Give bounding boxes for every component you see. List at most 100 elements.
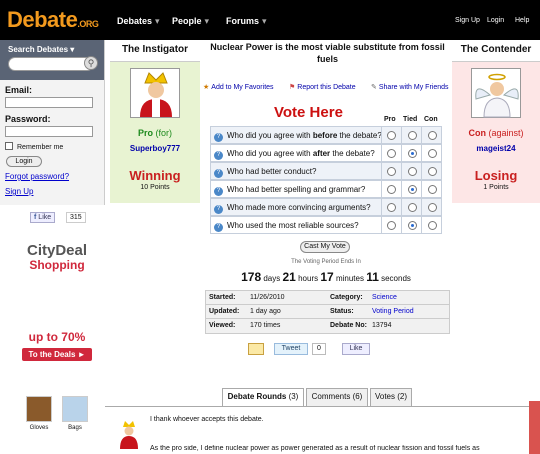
gloves-image[interactable] bbox=[26, 396, 52, 422]
category-link[interactable]: Science bbox=[372, 291, 397, 304]
column-divider bbox=[421, 217, 422, 234]
login-button[interactable]: Login bbox=[6, 156, 42, 167]
checkbox-icon[interactable] bbox=[5, 142, 13, 150]
voting-period-label: The Voting Period Ends In bbox=[291, 259, 361, 265]
site-logo[interactable]: Debate.ORG bbox=[7, 7, 99, 33]
nav-forums[interactable]: Forums ▾ bbox=[226, 16, 267, 27]
info-key: Status: bbox=[330, 308, 354, 315]
vote-radio-tied[interactable] bbox=[408, 221, 417, 230]
help-icon[interactable]: ? bbox=[214, 223, 223, 232]
flag-icon: ⚑ bbox=[289, 84, 296, 91]
help-icon[interactable]: ? bbox=[214, 133, 223, 142]
login-panel: Email: Password: Remember me Login Forgo… bbox=[0, 80, 105, 205]
info-key: Viewed: bbox=[209, 322, 236, 329]
ad-item-label: Bags bbox=[68, 425, 82, 431]
ad-offer: up to 70% bbox=[28, 330, 86, 344]
contender-panel: The Contender Con (against) mageist24 Lo… bbox=[452, 40, 540, 203]
nav-people[interactable]: People ▾ bbox=[172, 16, 209, 27]
vote-radio-con[interactable] bbox=[428, 185, 437, 194]
round-avatar bbox=[117, 419, 141, 449]
help-icon[interactable]: ? bbox=[214, 151, 223, 160]
vote-radio-con[interactable] bbox=[428, 149, 437, 158]
vote-heading: Vote Here bbox=[274, 104, 343, 121]
instigator-username[interactable]: Superboy777 bbox=[110, 144, 200, 153]
vote-radio-pro[interactable] bbox=[387, 185, 396, 194]
vote-box: Vote Here Pro Tied Con ? Who did you agre… bbox=[210, 102, 442, 292]
instigator-side: Pro (for) bbox=[137, 128, 173, 138]
ad-cta-button[interactable]: To the Deals ► bbox=[22, 348, 92, 361]
nav-debates[interactable]: Debates ▾ bbox=[117, 16, 160, 27]
vote-question-row: ? Who did you agree with after the debate… bbox=[210, 144, 442, 162]
facebook-like-button-2[interactable]: Like bbox=[342, 343, 370, 355]
help-icon[interactable]: ? bbox=[214, 169, 223, 178]
contender-points: 1 Points bbox=[483, 184, 509, 191]
vote-radio-tied[interactable] bbox=[408, 149, 417, 158]
king-avatar-icon bbox=[140, 72, 172, 117]
column-divider bbox=[381, 217, 382, 234]
vote-radio-con[interactable] bbox=[428, 167, 437, 176]
vote-radio-con[interactable] bbox=[428, 131, 437, 140]
bags-image[interactable] bbox=[62, 396, 88, 422]
status-link[interactable]: Voting Period bbox=[372, 305, 414, 318]
search-input[interactable] bbox=[8, 57, 94, 71]
help-icon[interactable]: ? bbox=[214, 187, 223, 196]
advertisement[interactable]: CityDeal Shopping up to 70% To the Deals… bbox=[22, 236, 92, 454]
signup-sidebar-link[interactable]: Sign Up bbox=[5, 187, 33, 196]
cast-vote-button[interactable]: Cast My Vote bbox=[300, 241, 350, 253]
column-divider bbox=[401, 127, 402, 144]
vote-question: ? Who did you agree with after the debate… bbox=[214, 145, 375, 162]
facebook-like-button[interactable]: f Like bbox=[30, 212, 56, 223]
vote-radio-con[interactable] bbox=[428, 221, 437, 230]
tweet-button[interactable]: Tweet bbox=[274, 343, 308, 355]
vote-radio-tied[interactable] bbox=[408, 131, 417, 140]
contender-avatar[interactable] bbox=[471, 68, 521, 118]
info-key: Updated: bbox=[209, 308, 240, 315]
report-debate-link[interactable]: ⚑ Report this Debate bbox=[289, 83, 356, 91]
column-divider bbox=[401, 181, 402, 198]
add-favorites-link[interactable]: ★ Add to My Favorites bbox=[203, 83, 274, 91]
search-label[interactable]: Search Debates ▾ bbox=[8, 45, 74, 54]
instigator-avatar[interactable] bbox=[130, 68, 180, 118]
signup-link[interactable]: Sign Up bbox=[455, 17, 480, 24]
tab-comments[interactable]: Comments (6) bbox=[306, 388, 368, 406]
vote-radio-tied[interactable] bbox=[408, 167, 417, 176]
debate-title: Nuclear Power is the most viable substit… bbox=[210, 42, 445, 64]
tab-debate-rounds[interactable]: Debate Rounds (3) bbox=[222, 388, 304, 407]
remember-checkbox[interactable]: Remember me bbox=[5, 142, 63, 151]
vote-radio-pro[interactable] bbox=[387, 203, 396, 212]
vote-question-row: ? Who made more convincing arguments? bbox=[210, 198, 442, 216]
contender-result: Losing bbox=[474, 168, 518, 183]
side-accent-bar bbox=[529, 401, 540, 454]
column-divider bbox=[381, 145, 382, 162]
column-divider bbox=[401, 217, 402, 234]
debate-info-table: Started: 11/26/2010 Category: Science Up… bbox=[205, 290, 450, 334]
tab-votes[interactable]: Votes (2) bbox=[370, 388, 412, 406]
search-icon[interactable]: ⚲ bbox=[84, 56, 98, 70]
email-icon[interactable] bbox=[248, 343, 264, 355]
help-icon[interactable]: ? bbox=[214, 205, 223, 214]
column-divider bbox=[381, 163, 382, 180]
contender-username[interactable]: mageist24 bbox=[452, 144, 540, 153]
password-label: Password: bbox=[5, 114, 51, 124]
vote-radio-tied[interactable] bbox=[408, 185, 417, 194]
vote-question: ? Who had better conduct? bbox=[214, 163, 316, 180]
vote-radio-con[interactable] bbox=[428, 203, 437, 212]
vote-question-row: ? Who did you agree with before the debat… bbox=[210, 126, 442, 144]
vote-radio-pro[interactable] bbox=[387, 131, 396, 140]
share-friends-link[interactable]: ✎ Share with My Friends bbox=[371, 83, 449, 91]
vote-radio-tied[interactable] bbox=[408, 203, 417, 212]
help-link[interactable]: Help bbox=[515, 17, 529, 24]
email-field[interactable] bbox=[5, 97, 93, 108]
search-panel: Search Debates ▾ ⚲ bbox=[0, 40, 105, 80]
forgot-password-link[interactable]: Forgot password? bbox=[5, 172, 69, 181]
column-pro: Pro bbox=[384, 116, 396, 123]
password-field[interactable] bbox=[5, 126, 93, 137]
vote-radio-pro[interactable] bbox=[387, 149, 396, 158]
angel-avatar-icon bbox=[475, 73, 519, 118]
vote-radio-pro[interactable] bbox=[387, 221, 396, 230]
vote-radio-pro[interactable] bbox=[387, 167, 396, 176]
info-value: 1 day ago bbox=[250, 308, 281, 315]
sidebar: Search Debates ▾ ⚲ Email: Password: Reme… bbox=[0, 40, 105, 454]
king-avatar-icon bbox=[120, 421, 138, 449]
login-link[interactable]: Login bbox=[487, 17, 504, 24]
